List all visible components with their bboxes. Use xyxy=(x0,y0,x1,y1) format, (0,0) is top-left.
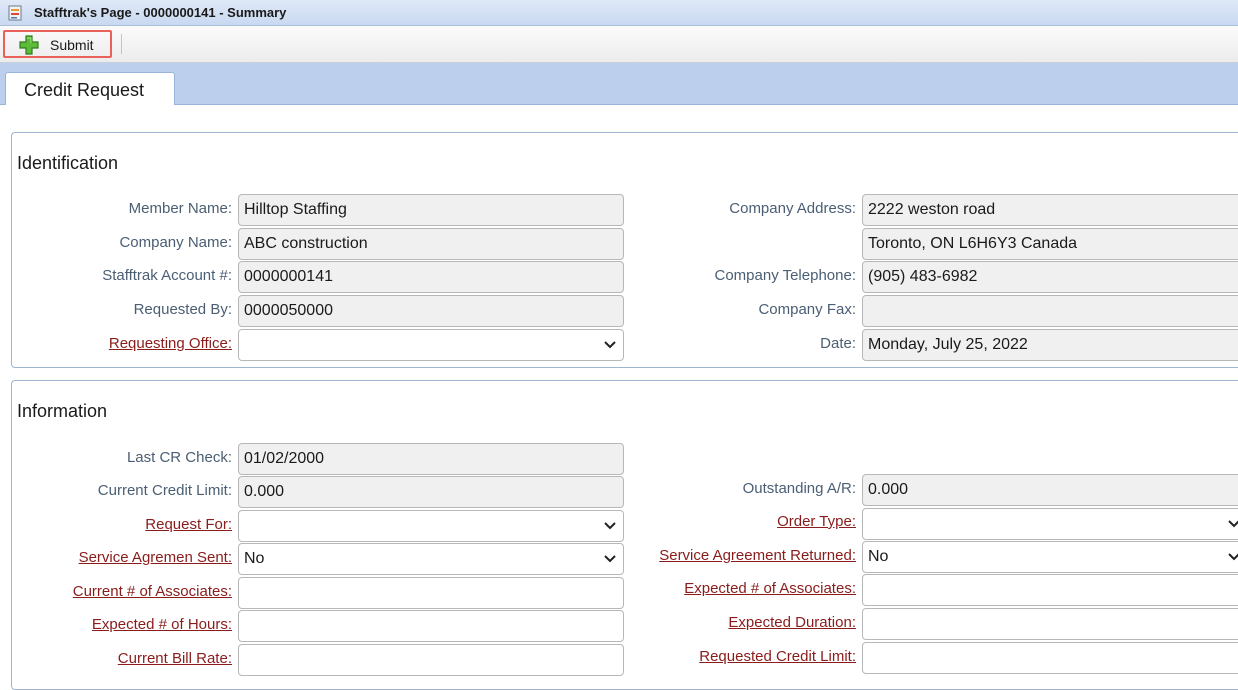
requested-credit-limit-label[interactable]: Requested Credit Limit: xyxy=(646,648,856,665)
requesting-office-label[interactable]: Requesting Office: xyxy=(22,335,232,352)
expected-duration-input[interactable] xyxy=(862,608,1238,640)
company-fax-label: Company Fax: xyxy=(758,301,856,318)
window-titlebar: Stafftrak's Page - 0000000141 - Summary xyxy=(0,0,1238,26)
service-agreement-sent-label[interactable]: Service Agremen Sent: xyxy=(22,549,232,566)
service-agreement-sent-select[interactable]: No xyxy=(238,543,624,575)
last-cr-check-label: Last CR Check: xyxy=(126,449,232,466)
requested-by-label: Requested By: xyxy=(133,301,232,318)
service-agreement-returned-value: No xyxy=(868,548,889,565)
chevron-down-icon xyxy=(604,522,616,530)
chevron-down-icon xyxy=(1228,520,1238,528)
identification-legend: Identification xyxy=(17,153,119,173)
service-agreement-returned-select[interactable]: No xyxy=(862,541,1238,573)
company-address-line1-field: 2222 weston road xyxy=(862,194,1238,226)
information-section: Information Last CR Check: 01/02/2000 Cu… xyxy=(11,380,1238,690)
expected-associates-label[interactable]: Expected # of Associates: xyxy=(646,580,856,597)
outstanding-ar-label: Outstanding A/R: xyxy=(742,480,856,497)
information-legend: Information xyxy=(17,401,108,421)
company-name-field: ABC construction xyxy=(238,228,624,260)
window-title: Stafftrak's Page - 0000000141 - Summary xyxy=(34,5,287,20)
service-agreement-returned-label[interactable]: Service Agreement Returned: xyxy=(646,547,856,564)
chevron-down-icon xyxy=(604,555,616,563)
window-app-icon xyxy=(8,5,22,21)
outstanding-ar-field: 0.000 xyxy=(862,474,1238,506)
company-fax-field xyxy=(862,295,1238,327)
toolbar: Submit xyxy=(0,26,1238,63)
last-cr-check-field: 01/02/2000 xyxy=(238,443,624,475)
company-name-label: Company Name: xyxy=(119,234,232,251)
requested-by-field: 0000050000 xyxy=(238,295,624,327)
member-name-field: Hilltop Staffing xyxy=(238,194,624,226)
account-label: Stafftrak Account #: xyxy=(102,267,232,284)
tab-strip: Credit Request xyxy=(0,63,1238,105)
member-name-label: Member Name: xyxy=(128,200,232,217)
current-associates-input[interactable] xyxy=(238,577,624,609)
chevron-down-icon xyxy=(604,341,616,349)
expected-associates-input[interactable] xyxy=(862,574,1238,606)
current-credit-limit-field: 0.000 xyxy=(238,476,624,508)
identification-section: Identification Member Name: Hilltop Staf… xyxy=(11,132,1238,368)
order-type-label[interactable]: Order Type: xyxy=(646,513,856,530)
current-bill-rate-label[interactable]: Current Bill Rate: xyxy=(22,650,232,667)
service-agreement-sent-value: No xyxy=(244,550,265,567)
current-credit-limit-label: Current Credit Limit: xyxy=(97,482,232,499)
tab-credit-request[interactable]: Credit Request xyxy=(5,72,175,105)
requesting-office-select[interactable] xyxy=(238,329,624,361)
submit-button[interactable]: Submit xyxy=(3,30,112,58)
company-telephone-label: Company Telephone: xyxy=(714,267,857,284)
date-label: Date: xyxy=(820,335,856,352)
current-bill-rate-input[interactable] xyxy=(238,644,624,676)
tab-credit-request-label: Credit Request xyxy=(24,80,145,100)
expected-hours-label[interactable]: Expected # of Hours: xyxy=(22,616,232,633)
company-telephone-field: (905) 483-6982 xyxy=(862,261,1238,293)
company-address-line2-field: Toronto, ON L6H6Y3 Canada xyxy=(862,228,1238,260)
request-for-select[interactable] xyxy=(238,510,624,542)
chevron-down-icon xyxy=(1228,553,1238,561)
expected-hours-input[interactable] xyxy=(238,610,624,642)
date-field: Monday, July 25, 2022 xyxy=(862,329,1238,361)
toolbar-separator xyxy=(121,34,122,54)
current-associates-label[interactable]: Current # of Associates: xyxy=(22,583,232,600)
company-address-label: Company Address: xyxy=(729,200,856,217)
request-for-label[interactable]: Request For: xyxy=(22,516,232,533)
order-type-select[interactable] xyxy=(862,508,1238,540)
account-field: 0000000141 xyxy=(238,261,624,293)
submit-button-label: Submit xyxy=(50,37,94,53)
plus-icon xyxy=(19,35,39,55)
expected-duration-label[interactable]: Expected Duration: xyxy=(646,614,856,631)
requested-credit-limit-input[interactable] xyxy=(862,642,1238,674)
